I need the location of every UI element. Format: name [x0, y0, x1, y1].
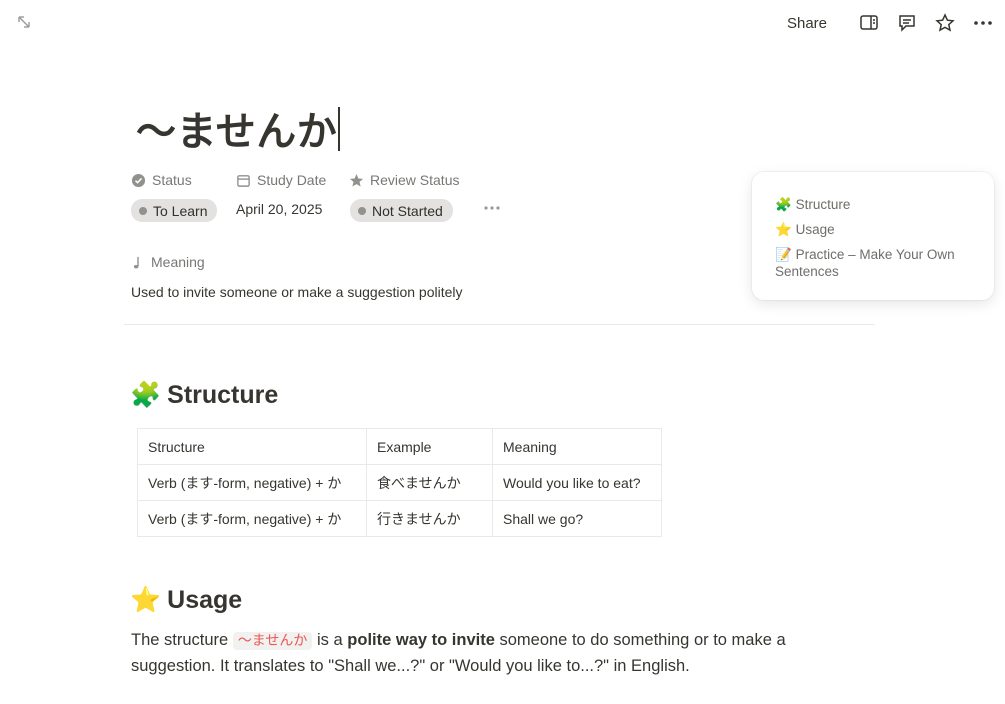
top-toolbar: Share — [779, 10, 995, 36]
usage-heading-text: Usage — [167, 586, 243, 614]
study-date-value[interactable]: April 20, 2025 — [236, 201, 322, 217]
property-study-date-label[interactable]: Study Date — [236, 172, 326, 188]
toc-item-structure[interactable]: 🧩 Structure — [775, 196, 850, 213]
status-label-text: Status — [152, 172, 192, 188]
music-note-icon — [133, 256, 139, 268]
study-date-label-text: Study Date — [257, 172, 327, 188]
usage-text: The structure — [131, 631, 229, 649]
status-pill[interactable]: To Learn — [131, 199, 218, 222]
more-icon[interactable] — [971, 11, 995, 35]
table-header-cell[interactable]: Example — [366, 428, 493, 465]
meaning-value[interactable]: Used to invite someone or make a suggest… — [131, 284, 463, 300]
usage-text: is a — [317, 631, 343, 649]
toc-label: Usage — [795, 222, 835, 237]
comment-icon[interactable] — [895, 11, 919, 35]
inline-code: 〜ませんか — [232, 632, 313, 650]
share-button[interactable]: Share — [779, 13, 835, 34]
status-icon — [131, 173, 146, 187]
review-status-value: Not Started — [372, 202, 443, 219]
status-value: To Learn — [153, 202, 208, 219]
review-status-pill[interactable]: Not Started — [350, 199, 453, 222]
table-cell[interactable]: Shall we go? — [492, 500, 662, 537]
property-review-status-label[interactable]: Review Status — [349, 172, 459, 188]
table-cell[interactable]: Verb (ます-form, negative) + か — [137, 464, 367, 501]
structure-heading-text: Structure — [167, 381, 279, 409]
structure-heading[interactable]: 🧩 Structure — [130, 381, 278, 410]
review-status-label-text: Review Status — [370, 172, 460, 188]
page-title[interactable]: 〜ませんか — [136, 106, 341, 158]
review-status-dot — [358, 206, 366, 215]
table-cell[interactable]: Verb (ます-form, negative) + か — [137, 500, 367, 537]
table-cell[interactable]: 食べませんか — [366, 464, 493, 501]
toc-label: Structure — [795, 197, 851, 212]
usage-paragraph[interactable]: The structure 〜ませんか is a polite way to i… — [131, 628, 851, 679]
table-header-cell[interactable]: Structure — [137, 428, 367, 465]
more-properties-icon[interactable] — [483, 198, 501, 221]
meaning-label-text: Meaning — [151, 254, 205, 270]
property-meaning-label[interactable]: Meaning — [131, 254, 205, 270]
star-property-icon — [349, 173, 364, 186]
table-cell[interactable]: 行きませんか — [366, 500, 493, 537]
table-row: Verb (ます-form, negative) + か 行きませんか Shal… — [137, 500, 662, 537]
table-header-cell[interactable]: Meaning — [492, 428, 662, 465]
usage-heading[interactable]: ⭐ Usage — [130, 586, 242, 615]
calendar-icon — [237, 174, 250, 187]
page-title-text[interactable]: 〜ませんか — [136, 109, 337, 155]
usage-bold-text: polite way to invite — [347, 631, 495, 649]
table-of-contents: 🧩 Structure ⭐ Usage 📝 Practice – Make Yo… — [752, 172, 994, 300]
table-row: Verb (ます-form, negative) + か 食べませんか Woul… — [137, 464, 662, 501]
table-row: Structure Example Meaning — [137, 428, 662, 465]
status-dot — [139, 206, 147, 215]
sidebar-panel-icon[interactable] — [857, 11, 881, 35]
toc-item-usage[interactable]: ⭐ Usage — [775, 221, 835, 238]
star-emoji-icon: ⭐ — [775, 222, 792, 237]
memo-icon: 📝 — [775, 247, 792, 262]
property-status-label[interactable]: Status — [131, 172, 192, 188]
star-icon[interactable] — [933, 11, 957, 35]
toc-label: Practice – Make Your Own Sentences — [775, 247, 955, 279]
toc-item-practice[interactable]: 📝 Practice – Make Your Own Sentences — [775, 246, 975, 280]
structure-table: Structure Example Meaning Verb (ます-form,… — [137, 428, 662, 537]
properties-divider — [124, 324, 875, 325]
expand-icon[interactable] — [16, 14, 32, 30]
puzzle-icon: 🧩 — [130, 381, 162, 409]
puzzle-icon: 🧩 — [775, 197, 792, 212]
table-cell[interactable]: Would you like to eat? — [492, 464, 662, 501]
star-emoji-icon: ⭐ — [130, 586, 162, 614]
text-caret — [338, 107, 341, 151]
